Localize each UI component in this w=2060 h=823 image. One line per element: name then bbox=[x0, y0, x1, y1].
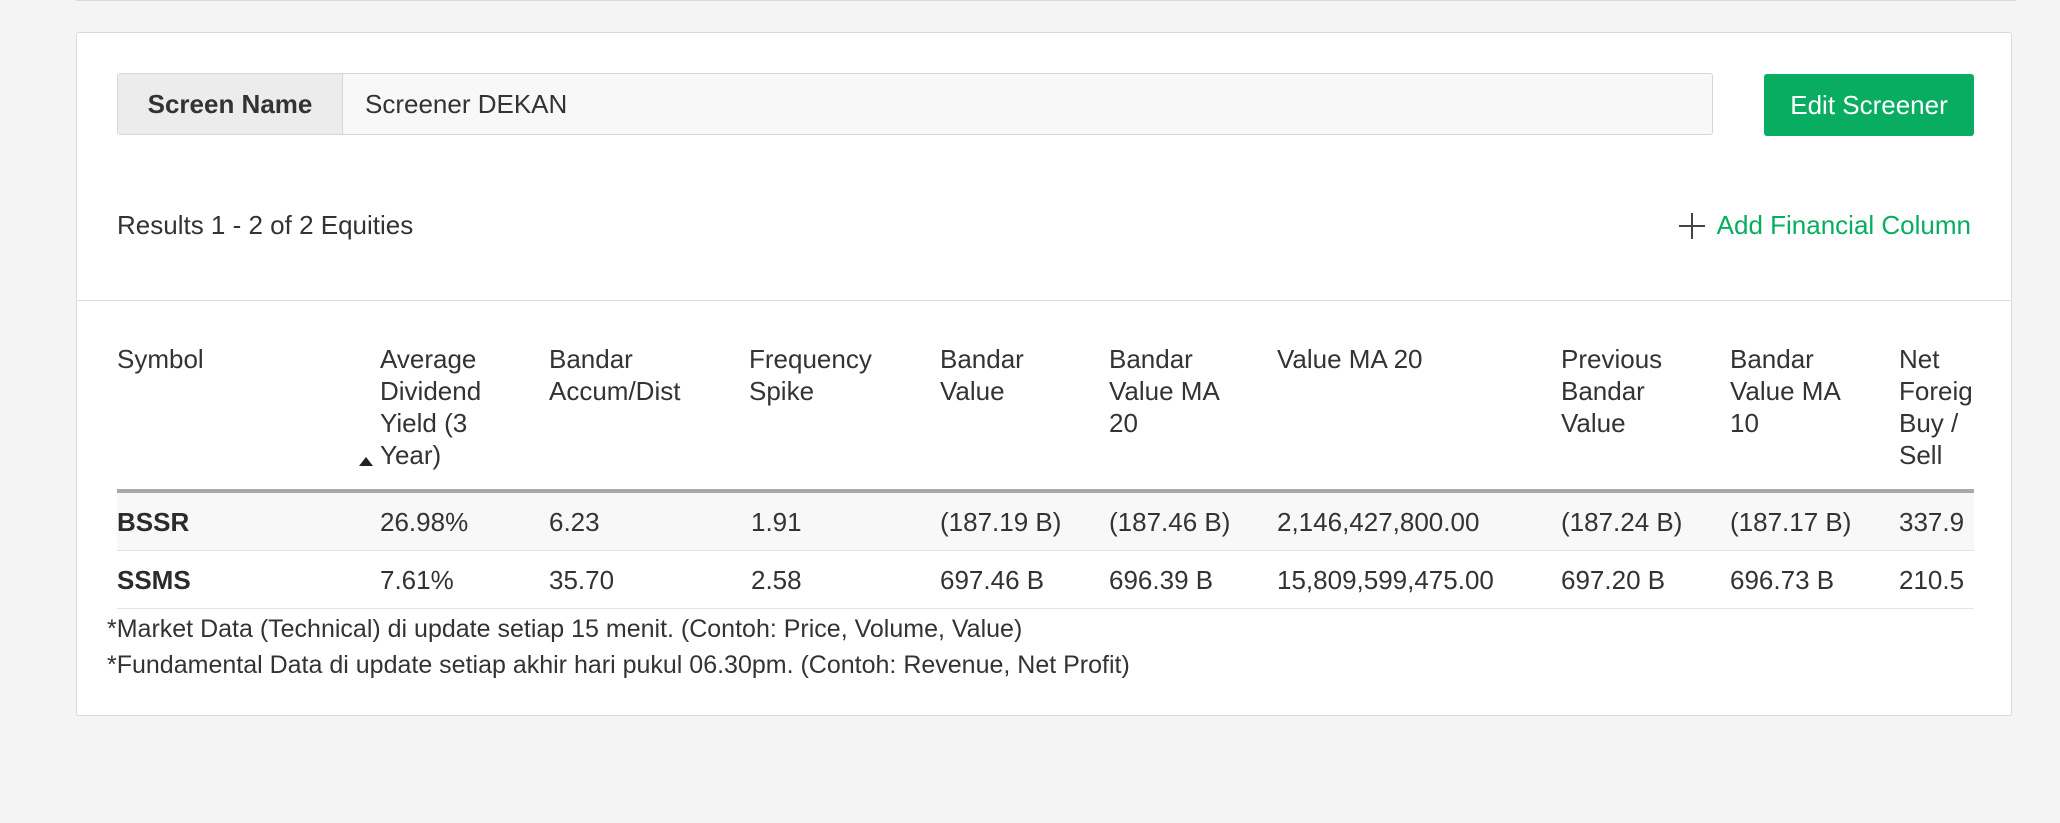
screen-name-value: Screener DEKAN bbox=[365, 88, 568, 119]
cell-bandar-accum-dist: 35.70 bbox=[549, 565, 615, 595]
column-header-value-ma-20[interactable]: Value MA 20 bbox=[1277, 343, 1517, 375]
cell-bandar-accum-dist: 6.23 bbox=[549, 507, 600, 537]
column-header-symbol[interactable]: Symbol bbox=[117, 343, 317, 375]
column-header-bandar-accum-dist[interactable]: Bandar Accum/Dist bbox=[549, 343, 709, 407]
column-header-avg-dividend-yield[interactable]: Average Dividend Yield (3 Year) bbox=[380, 343, 500, 471]
cell-bandar-value: (187.19 B) bbox=[940, 507, 1062, 537]
cell-avg-dividend-yield: 7.61% bbox=[380, 565, 454, 595]
table-row[interactable]: SSMS 7.61% 35.70 2.58 697.46 B 696.39 B … bbox=[117, 551, 1974, 609]
cell-frequency-spike: 2.58 bbox=[751, 565, 802, 595]
footnote-fundamental-data: *Fundamental Data di update setiap akhir… bbox=[107, 651, 1130, 679]
column-header-bandar-value[interactable]: Bandar Value bbox=[940, 343, 1050, 407]
cell-bandar-value: 697.46 B bbox=[940, 565, 1045, 595]
add-financial-column-button[interactable]: Add Financial Column bbox=[1678, 210, 1971, 241]
cell-value-ma-20: 15,809,599,475.00 bbox=[1277, 565, 1494, 595]
sort-ascending-icon[interactable] bbox=[359, 457, 373, 466]
column-header-bandar-value-ma-10[interactable]: Bandar Value MA 10 bbox=[1730, 343, 1840, 439]
add-financial-column-label: Add Financial Column bbox=[1716, 210, 1971, 240]
screen-name-field: Screen Name Screener DEKAN bbox=[117, 73, 1713, 135]
cell-avg-dividend-yield: 26.98% bbox=[380, 507, 469, 537]
screener-card: Screen Name Screener DEKAN Edit Screener… bbox=[76, 32, 2012, 716]
footnote-market-data: *Market Data (Technical) di update setia… bbox=[107, 615, 1023, 643]
results-summary: Results 1 - 2 of 2 Equities bbox=[117, 210, 414, 240]
column-header-net-foreign-buy-sell[interactable]: Net Foreign Buy / Sell bbox=[1899, 343, 1974, 471]
results-table: Symbol Average Dividend Yield (3 Year) B… bbox=[117, 311, 1974, 611]
plus-icon bbox=[1678, 212, 1705, 239]
cell-bandar-value-ma-10: 696.73 B bbox=[1730, 565, 1835, 595]
cell-bandar-value-ma-10: (187.17 B) bbox=[1730, 507, 1852, 537]
cell-symbol[interactable]: BSSR bbox=[117, 493, 189, 551]
cell-bandar-value-ma-20: (187.46 B) bbox=[1109, 507, 1231, 537]
previous-card-edge bbox=[76, 0, 2016, 1]
table-header: Symbol Average Dividend Yield (3 Year) B… bbox=[117, 311, 1974, 493]
results-bar: Results 1 - 2 of 2 Equities Add Financia… bbox=[77, 183, 2011, 301]
edit-screener-button[interactable]: Edit Screener bbox=[1764, 74, 1974, 136]
cell-previous-bandar-value: (187.24 B) bbox=[1561, 507, 1683, 537]
cell-previous-bandar-value: 697.20 B bbox=[1561, 565, 1666, 595]
column-header-frequency-spike[interactable]: Frequency Spike bbox=[749, 343, 889, 407]
cell-frequency-spike: 1.91 bbox=[751, 507, 802, 537]
cell-symbol[interactable]: SSMS bbox=[117, 551, 191, 609]
screen-name-label: Screen Name bbox=[118, 74, 343, 134]
table-row[interactable]: BSSR 26.98% 6.23 1.91 (187.19 B) (187.46… bbox=[117, 493, 1974, 551]
column-header-previous-bandar-value[interactable]: Previous Bandar Value bbox=[1561, 343, 1681, 439]
column-header-bandar-value-ma-20[interactable]: Bandar Value MA 20 bbox=[1109, 343, 1219, 439]
cell-bandar-value-ma-20: 696.39 B bbox=[1109, 565, 1214, 595]
cell-net-foreign-buy-sell: 210.5 bbox=[1899, 565, 1965, 595]
cell-net-foreign-buy-sell: 337.9 bbox=[1899, 507, 1965, 537]
cell-value-ma-20: 2,146,427,800.00 bbox=[1277, 507, 1480, 537]
